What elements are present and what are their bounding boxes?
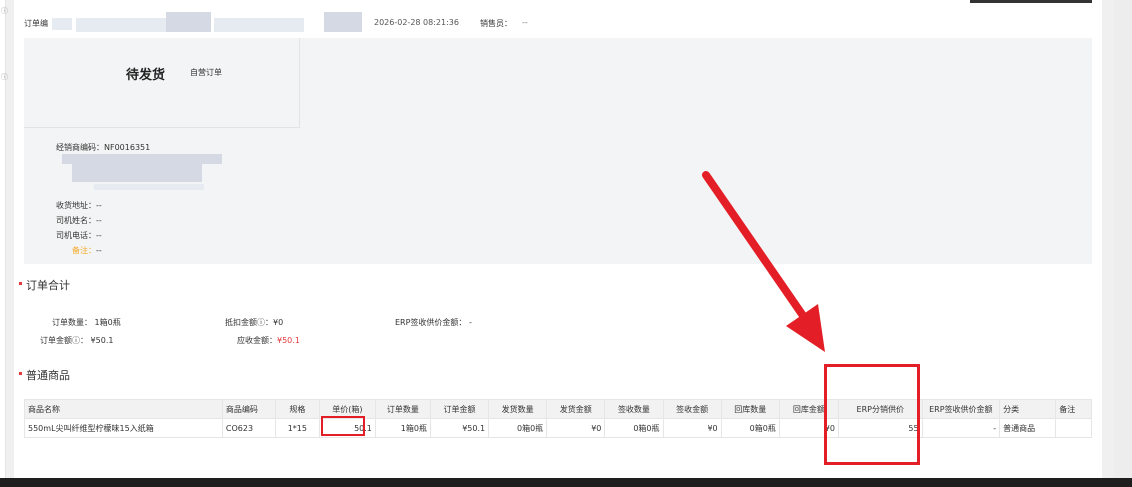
- vertical-scrollbar[interactable]: [1114, 0, 1132, 478]
- bottom-dark-bar: [0, 478, 1132, 487]
- annotation-arrow-icon: [702, 171, 825, 352]
